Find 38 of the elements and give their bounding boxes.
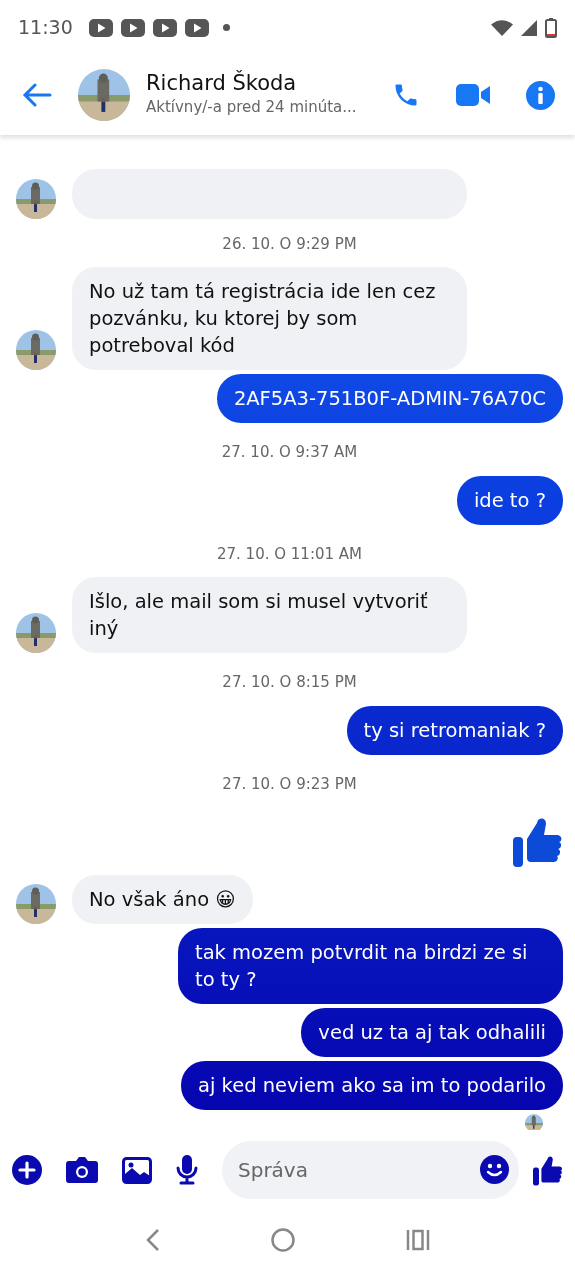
clock-text: 11:30 xyxy=(18,15,73,41)
message-bubble: 2AF5A3-751B0F-ADMIN-76A70C xyxy=(216,374,563,423)
battery-icon xyxy=(545,17,557,38)
video-app-icon xyxy=(88,18,113,37)
recents-icon[interactable] xyxy=(405,1229,430,1251)
info-icon[interactable] xyxy=(526,80,555,110)
message-bubble: ide to ? xyxy=(456,475,563,525)
message-field[interactable]: Správa xyxy=(222,1141,519,1199)
message-bubble: ty si retromaniak ? xyxy=(346,705,563,755)
message-bubble: Išlo, ale mail som si musel vytvoriť iný xyxy=(72,577,467,653)
thumbs-up-icon[interactable] xyxy=(533,1154,563,1186)
back-icon[interactable] xyxy=(22,83,52,107)
wifi-icon xyxy=(491,19,513,36)
emoji-icon[interactable] xyxy=(480,1155,509,1184)
status-text: Aktívny/-a pred 24 minúta... xyxy=(146,97,358,119)
video-app-icon xyxy=(120,18,145,37)
video-app-icon xyxy=(152,18,177,37)
signal-icon xyxy=(521,19,537,36)
home-icon[interactable] xyxy=(270,1228,295,1252)
contact-name: Richard Škoda xyxy=(146,71,298,97)
message-bubble: No však áno 😀 xyxy=(72,875,253,924)
timestamp: 26. 10. O 9:29 PM xyxy=(221,233,358,255)
message-bubble: aj ked neviem ako sa im to podarilo xyxy=(180,1061,563,1110)
image-icon[interactable] xyxy=(122,1156,152,1184)
microphone-icon[interactable] xyxy=(176,1155,198,1185)
video-app-icon xyxy=(184,18,209,37)
camera-icon[interactable] xyxy=(66,1157,98,1183)
timestamp: 27. 10. O 11:01 AM xyxy=(216,543,363,565)
dot-icon xyxy=(222,24,230,31)
video-call-icon[interactable] xyxy=(456,84,490,106)
back-icon[interactable] xyxy=(145,1228,160,1252)
timestamp: 27. 10. O 9:37 AM xyxy=(220,442,359,463)
message-bubble: ved uz ta aj tak odhalili xyxy=(301,1008,563,1057)
plus-icon[interactable] xyxy=(12,1155,42,1185)
timestamp: 27. 10. O 9:23 PM xyxy=(221,773,358,795)
timestamp: 27. 10. O 8:15 PM xyxy=(221,672,358,693)
message-bubble: No už tam tá registrácia ide len cez pozvánku, ku ktorej by som potreboval kód xyxy=(72,267,467,370)
message-bubble: tak mozem potvrdit na birdzi ze si to ty ? xyxy=(178,928,563,1004)
